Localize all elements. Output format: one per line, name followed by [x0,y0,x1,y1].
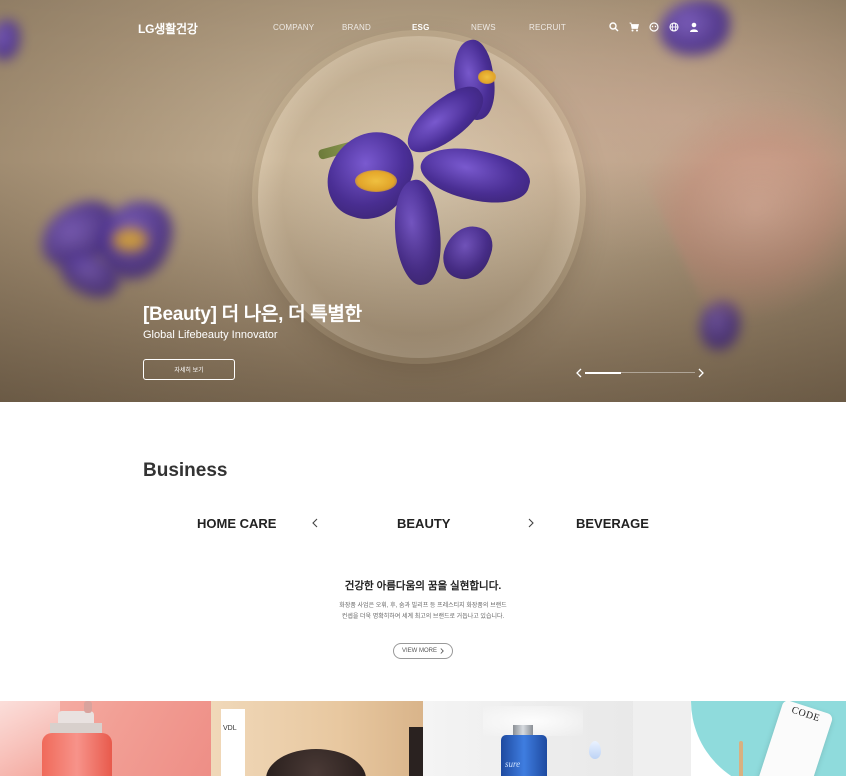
view-more-label: VIEW MORE [401,648,437,654]
product-image-cushion[interactable]: VDL [211,701,423,776]
hero-detail-button[interactable]: 자세히 보기 [143,359,235,380]
globe-icon[interactable] [668,21,680,33]
product-image-tube[interactable]: CODE [691,701,846,776]
view-more-button[interactable]: VIEW MORE [393,643,453,659]
top-nav: LG생활건강 COMPANY BRAND ESG NEWS RECRUIT [0,0,846,56]
business-desc-line1: 화장품 사업은 오휘, 후, 숨과 빌리프 등 프레스티지 화장품의 브랜드 [339,603,507,609]
slider-next-icon[interactable] [696,366,706,380]
business-title: Business [143,460,228,481]
chat-icon[interactable] [648,21,660,33]
user-icon[interactable] [688,21,700,33]
product-image-serum[interactable] [0,701,211,776]
category-prev-icon[interactable] [310,516,320,530]
category-next-icon[interactable] [526,516,536,530]
slider-progress-fill [585,371,622,374]
menu-company[interactable]: COMPANY [273,23,314,32]
product-image-ampoule[interactable]: sure [423,701,691,776]
hero-banner [0,0,846,402]
slider-progress-track[interactable] [585,371,695,374]
menu-brand[interactable]: BRAND [342,23,371,32]
category-home-care[interactable]: HOME CARE [197,516,276,531]
product-brand-sure: sure [505,759,521,769]
category-beverage[interactable]: BEVERAGE [576,516,649,531]
hero-slider-controls [574,366,708,380]
slider-prev-icon[interactable] [574,366,584,380]
business-desc-line2: 컨셉을 더욱 명확히하여 세계 최고의 브랜드로 거듭나고 있습니다. [341,614,505,620]
logo[interactable]: LG생활건강 [138,20,198,37]
business-headline: 건강한 아름다움의 꿈을 실현합니다. [344,580,502,592]
hero-title: [Beauty] 더 나은, 더 특별한 [143,304,362,325]
product-brand-vdl: VDL [223,725,237,732]
business-description: 화장품 사업은 오휘, 후, 숨과 빌리프 등 프레스티지 화장품의 브랜드 컨… [0,601,846,623]
hero-subtitle: Global Lifebeauty Innovator [143,329,278,341]
menu-recruit[interactable]: RECRUIT [529,23,566,32]
menu-news[interactable]: NEWS [471,23,496,32]
cart-icon[interactable] [628,21,640,33]
product-image-strip: VDL sure CODE [0,701,846,776]
chevron-right-icon [440,648,444,654]
search-icon[interactable] [608,21,620,33]
menu-esg[interactable]: ESG [412,23,430,32]
category-beauty[interactable]: BEAUTY [397,516,450,531]
